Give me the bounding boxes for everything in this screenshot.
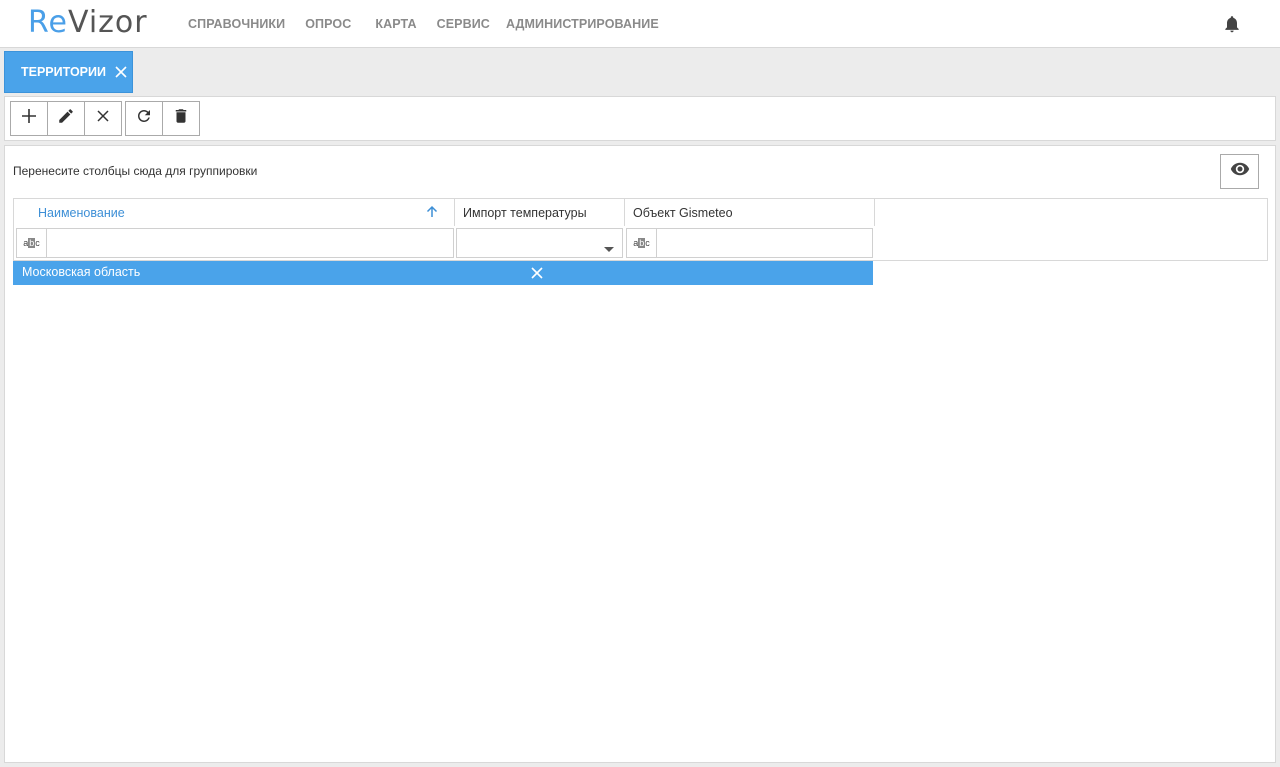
menu-item-map[interactable]: КАРТА (375, 17, 416, 31)
column-header-label: Объект Gismeteo (633, 205, 733, 220)
tab-label: ТЕРРИТОРИИ (21, 65, 106, 79)
app-logo[interactable]: ReVizor (28, 6, 148, 40)
plus-icon (20, 107, 38, 130)
group-panel-hint: Перенесите столбцы сюда для группировки (13, 164, 258, 178)
name-filter-input[interactable] (48, 229, 453, 257)
column-header-label: Импорт температуры (463, 205, 587, 220)
trash-icon (172, 107, 190, 130)
table-row[interactable]: Московская область (13, 261, 873, 285)
menu-item-service[interactable]: СЕРВИС (437, 17, 490, 31)
name-filter: abc (16, 228, 454, 258)
gismeteo-filter-input[interactable] (658, 229, 872, 257)
column-header-temperature-import[interactable]: Импорт температуры (455, 199, 625, 226)
column-header-gismeteo[interactable]: Объект Gismeteo (625, 199, 875, 226)
menu-item-directories[interactable]: СПРАВОЧНИКИ (188, 17, 285, 31)
gismeteo-filter: abc (626, 228, 873, 258)
pencil-icon (57, 107, 75, 130)
edit-button[interactable] (47, 101, 85, 136)
close-icon (94, 107, 112, 130)
tab-territories[interactable]: ТЕРРИТОРИИ (4, 51, 133, 93)
chevron-down-icon (604, 240, 614, 258)
main-menu: СПРАВОЧНИКИ ОПРОС КАРТА СЕРВИС АДМИНИСТР… (178, 0, 669, 48)
temperature-filter-select[interactable] (456, 228, 623, 258)
cancel-button[interactable] (84, 101, 122, 136)
close-icon[interactable] (114, 65, 128, 79)
refresh-icon (135, 107, 153, 130)
filter-operation-icon[interactable]: abc (17, 229, 47, 257)
menu-item-administration[interactable]: АДМИНИСТРИРОВАНИЕ (506, 17, 659, 31)
eye-icon (1230, 159, 1250, 184)
toolbar (4, 96, 1276, 141)
row-name-cell: Московская область (22, 265, 141, 279)
grid-header-row: Наименование Импорт температуры Объект G… (13, 198, 1268, 227)
delete-button[interactable] (162, 101, 200, 136)
filter-operation-icon[interactable]: abc (627, 229, 657, 257)
refresh-button[interactable] (125, 101, 163, 136)
top-navbar: ReVizor СПРАВОЧНИКИ ОПРОС КАРТА СЕРВИС А… (0, 0, 1280, 48)
column-chooser-button[interactable] (1220, 154, 1259, 189)
close-icon[interactable] (530, 266, 544, 280)
grid-panel: Перенесите столбцы сюда для группировки … (4, 145, 1276, 763)
column-header-label: Наименование (38, 205, 125, 220)
menu-item-survey[interactable]: ОПРОС (305, 17, 351, 31)
column-header-name[interactable]: Наименование (14, 199, 455, 226)
bell-icon[interactable] (1222, 14, 1242, 34)
grid-filter-row: abc abc (13, 226, 1268, 261)
arrow-up-icon (425, 205, 439, 222)
add-button[interactable] (10, 101, 48, 136)
